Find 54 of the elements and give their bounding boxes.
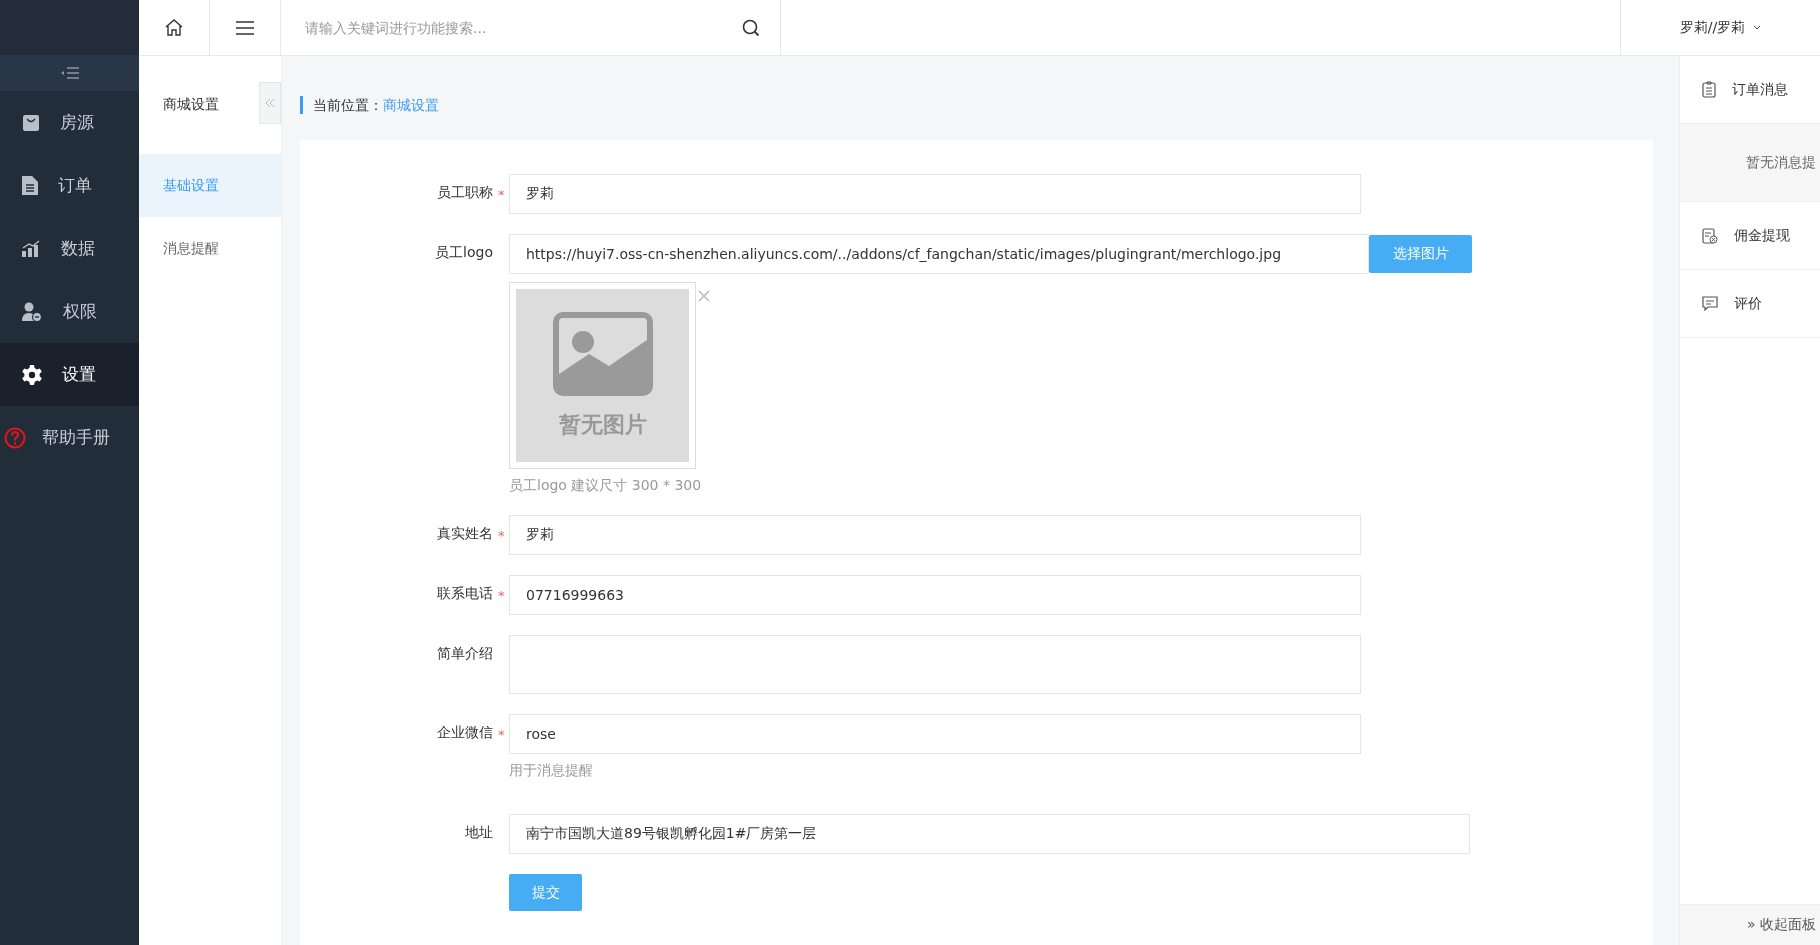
image-icon [552,311,653,396]
required-mark: * [498,587,506,603]
field-label: 联系电话 [437,585,493,603]
field-label: 员工职称 [437,184,493,202]
gear-icon [22,364,42,385]
double-chevron-left-icon [265,97,275,108]
subnav-title: 商城设置 [163,96,219,114]
close-icon[interactable] [698,290,710,302]
collapse-icon [60,67,79,79]
field-label: 企业微信 [437,724,493,742]
text-field[interactable]: rose [509,714,1361,754]
no-image-text: 暂无图片 [558,410,647,439]
panel-section-header[interactable]: 评价 [1680,270,1820,338]
sidebar-item[interactable]: 帮助手册 [0,406,139,469]
sidebar-item[interactable]: 订单 [0,154,139,217]
text-field[interactable]: 南宁市国凯大道89号银凯孵化园1#厂房第一层 [509,814,1470,854]
field-label: 员工logo [435,244,493,262]
document-icon [22,176,38,195]
required-mark: * [498,726,506,742]
breadcrumb-label: 当前位置： [313,97,383,113]
user-menu[interactable]: 罗莉//罗莉 [1620,0,1820,55]
clipboard-icon [1702,81,1716,98]
text-field[interactable]: 罗莉 [509,174,1361,214]
user-icon [22,301,43,322]
sidebar-item[interactable]: 权限 [0,280,139,343]
subnav-item[interactable]: 消息提醒 [139,217,281,280]
search-icon [742,18,760,37]
sidebar-item[interactable]: 设置 [0,343,139,406]
chevron-down-icon [1753,25,1762,30]
sidebar-toggle[interactable] [0,55,139,91]
sidebar-item[interactable]: 房源 [0,91,139,154]
receipt-icon [1702,227,1718,244]
bar-chart-icon [22,240,41,257]
field-label: 简单介绍 [437,645,493,663]
url-field[interactable]: https://huyi7.oss-cn-shenzhen.aliyuncs.com/../addons/cf_fangchan/static/images/plugingrant/merchlogo.jpg [509,234,1369,274]
field-label: 地址 [465,824,493,842]
menu-icon [236,20,254,35]
text-field[interactable]: 罗莉 [509,515,1361,555]
field-label: 真实姓名 [437,525,493,543]
sidebar-item[interactable]: 数据 [0,217,139,280]
textarea-field[interactable] [509,635,1361,694]
home-icon [165,19,183,36]
text-field[interactable]: 07716999663 [509,575,1361,615]
collapse-panel-link[interactable]: » 收起面板 [1680,904,1820,945]
empty-message: 暂无消息提 [1746,153,1816,172]
collapse-button[interactable] [259,81,281,124]
help-text: 用于消息提醒 [509,762,594,780]
bag-icon [22,113,40,132]
comment-icon [1702,296,1718,311]
help-icon [4,426,26,449]
required-mark: * [498,186,506,202]
required-mark: * [498,527,506,543]
help-text: 员工logo 建议尺寸 300 * 300 [509,477,703,495]
panel-section-header[interactable]: 佣金提现 [1680,202,1820,270]
